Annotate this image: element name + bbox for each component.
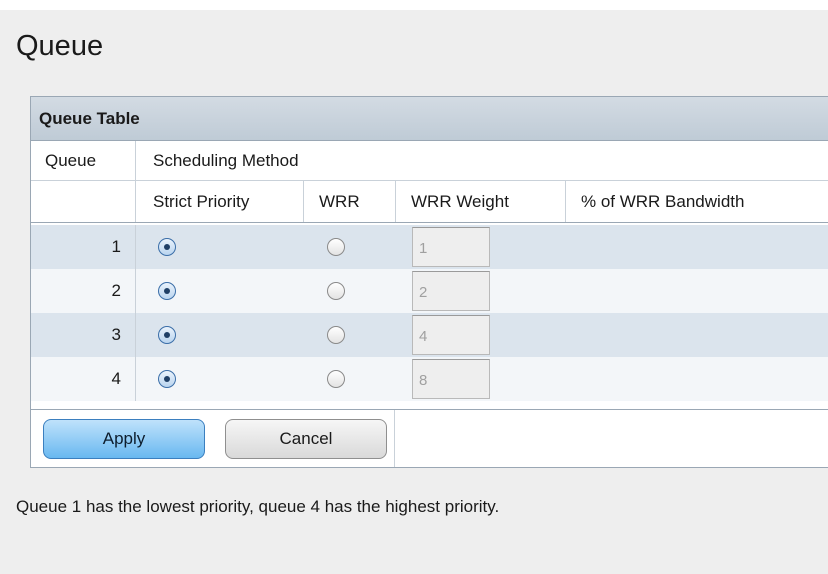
column-divider: [395, 181, 396, 222]
cancel-button[interactable]: Cancel: [225, 419, 387, 459]
table-row: 3: [31, 313, 828, 357]
column-header-wrr: WRR: [319, 191, 360, 211]
strict-priority-radio[interactable]: [158, 370, 176, 388]
column-header-scheduling-method: Scheduling Method: [153, 150, 299, 170]
wrr-weight-input[interactable]: [412, 271, 490, 311]
wrr-weight-input[interactable]: [412, 359, 490, 399]
strict-priority-radio[interactable]: [158, 238, 176, 256]
top-edge: [0, 0, 828, 10]
column-divider: [135, 225, 136, 401]
table-header-row-2: Strict Priority WRR WRR Weight % of WRR …: [31, 181, 828, 223]
wrr-radio[interactable]: [327, 282, 345, 300]
wrr-weight-input[interactable]: [412, 227, 490, 267]
wrr-radio[interactable]: [327, 370, 345, 388]
table-header-row-1: Queue Scheduling Method: [31, 141, 828, 181]
footer-divider: [394, 410, 395, 467]
table-row: 4: [31, 357, 828, 401]
column-header-strict-priority: Strict Priority: [153, 191, 250, 211]
column-header-wrr-weight: WRR Weight: [411, 191, 509, 211]
column-divider: [135, 181, 136, 222]
wrr-radio[interactable]: [327, 326, 345, 344]
column-header-wrr-bandwidth: % of WRR Bandwidth: [581, 191, 745, 211]
column-header-queue: Queue: [45, 150, 97, 170]
queue-table: Queue Table Queue Scheduling Method Stri…: [30, 96, 828, 468]
wrr-radio[interactable]: [327, 238, 345, 256]
wrr-weight-input[interactable]: [412, 315, 490, 355]
queue-number: 3: [111, 325, 121, 344]
queue-number: 2: [111, 281, 121, 300]
strict-priority-radio[interactable]: [158, 282, 176, 300]
queue-number: 4: [111, 369, 121, 388]
apply-button[interactable]: Apply: [43, 419, 205, 459]
page-title: Queue: [16, 30, 104, 62]
queue-number: 1: [111, 237, 121, 256]
column-divider: [565, 181, 566, 222]
column-divider: [135, 141, 136, 180]
priority-footnote: Queue 1 has the lowest priority, queue 4…: [16, 497, 500, 516]
column-divider: [303, 181, 304, 222]
table-row: 1: [31, 225, 828, 269]
table-row: 2: [31, 269, 828, 313]
queue-table-title: Queue Table: [31, 97, 828, 141]
table-footer: Apply Cancel: [31, 409, 828, 467]
strict-priority-radio[interactable]: [158, 326, 176, 344]
